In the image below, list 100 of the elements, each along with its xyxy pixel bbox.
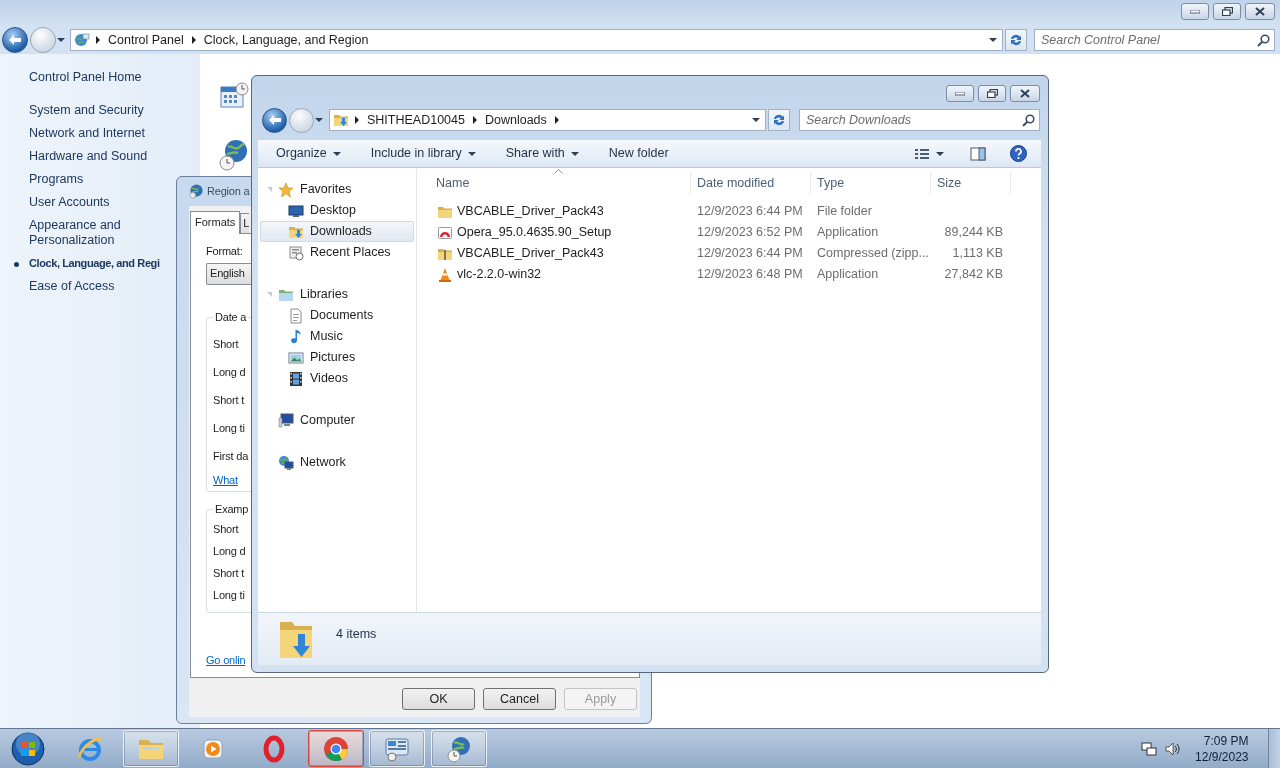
clock[interactable]: 7:09 PM 12/9/2023 — [1195, 732, 1249, 765]
taskbar-button[interactable] — [307, 730, 364, 767]
breadcrumb-arrow-icon — [191, 36, 196, 44]
search-icon — [1022, 114, 1035, 127]
browser-icon — [321, 734, 350, 763]
nav-link[interactable]: Clock, Language, and Regi — [29, 252, 160, 275]
nav-link[interactable]: Network and Internet — [29, 122, 146, 145]
window-title: Region a — [207, 184, 250, 199]
size-cell-text: 1,113 KB — [951, 246, 1004, 261]
breadcrumb-arrow-icon — [472, 116, 477, 124]
breadcrumb-item[interactable]: Clock, Language, and Region — [199, 32, 373, 48]
help-link[interactable]: Go onlin — [206, 650, 246, 670]
calendar-clock-icon — [219, 81, 249, 111]
close-button[interactable] — [1245, 3, 1275, 20]
field-label: Long ti — [213, 589, 245, 601]
picture-icon — [288, 349, 304, 366]
nav-link[interactable]: Control Panel Home — [29, 66, 142, 89]
volume-icon[interactable] — [1165, 740, 1182, 757]
network-icon[interactable] — [1141, 740, 1158, 757]
nav-item[interactable]: Documents — [260, 305, 414, 326]
field-label: Short — [213, 523, 239, 535]
size-cell-text: 27,842 KB — [943, 267, 1004, 282]
column-header[interactable]: Size — [931, 172, 1011, 194]
close-icon — [1020, 89, 1030, 98]
field-label: Long d — [213, 545, 246, 557]
toolbar-button[interactable]: Organize — [268, 141, 349, 166]
date-cell-text: 12/9/2023 6:52 PM — [696, 225, 804, 240]
nav-item[interactable]: Pictures — [260, 347, 414, 368]
clock-date: 12/9/2023 — [1195, 748, 1249, 765]
bullet-icon — [14, 262, 19, 267]
back-button[interactable] — [262, 107, 287, 133]
refresh-button[interactable] — [1005, 29, 1027, 51]
address-bar[interactable]: SHITHEAD10045 Downloads — [329, 109, 766, 131]
globe-clock-icon — [444, 734, 473, 763]
date-cell-text: 12/9/2023 6:44 PM — [696, 246, 804, 261]
nav-link[interactable]: Programs — [29, 168, 84, 191]
type-cell-text: Application — [816, 225, 880, 240]
field-label: Short t — [213, 567, 244, 579]
breadcrumb-item[interactable]: Control Panel — [104, 32, 188, 48]
breadcrumb-item[interactable]: Downloads — [480, 112, 551, 128]
search-field[interactable]: Search Downloads — [799, 109, 1040, 131]
back-arrow-icon — [8, 34, 22, 46]
nav-item[interactable]: Music — [260, 326, 414, 347]
nav-item[interactable]: Libraries — [260, 284, 414, 305]
dropdown-value: English — [210, 267, 245, 281]
view-list-icon — [914, 146, 930, 161]
nav-link[interactable]: User Accounts — [29, 191, 110, 214]
group-label: Examp — [213, 502, 251, 517]
search-icon — [1257, 34, 1270, 47]
field-label: Long d — [213, 366, 246, 378]
file-name[interactable]: vlc-2.2.0-win32 — [457, 267, 542, 282]
nav-item[interactable]: Videos — [260, 368, 414, 389]
field-label: First da — [213, 450, 249, 462]
help-link[interactable]: What — [213, 470, 238, 490]
preview-pane-icon — [970, 146, 986, 161]
breadcrumb-item[interactable]: SHITHEAD10045 — [363, 112, 469, 128]
nav-item[interactable]: Network — [260, 452, 414, 473]
dialog-button[interactable]: Cancel — [483, 688, 556, 710]
back-button[interactable] — [2, 27, 28, 53]
type-cell-text: Application — [816, 267, 880, 282]
document-icon — [288, 307, 304, 324]
restore-button[interactable] — [1213, 3, 1241, 20]
nav-link[interactable]: Hardware and Sound — [29, 145, 148, 168]
nav-link[interactable]: Ease of Access — [29, 275, 115, 298]
toolbar-button[interactable]: Share with — [497, 141, 587, 166]
type-cell-text: File folder — [816, 204, 873, 219]
nav-item[interactable]: Computer — [260, 410, 414, 431]
refresh-button[interactable] — [768, 109, 790, 131]
column-header[interactable]: Name — [417, 172, 691, 194]
dialog-button[interactable]: OK — [402, 688, 475, 710]
file-name[interactable]: VBCABLE_Driver_Pack43 — [457, 204, 604, 219]
cone-icon — [437, 266, 453, 283]
column-header[interactable]: Type — [811, 172, 931, 194]
nav-link[interactable]: System and Security — [29, 99, 144, 122]
minimize-icon — [955, 91, 965, 96]
file-name[interactable]: Opera_95.0.4635.90_Setup — [457, 225, 612, 240]
tab[interactable]: L — [240, 213, 250, 233]
column-header[interactable]: Date modified — [691, 172, 811, 194]
date-cell-text: 12/9/2023 6:48 PM — [696, 267, 804, 282]
nav-item[interactable]: Desktop — [260, 200, 414, 221]
format-dropdown[interactable]: English — [206, 263, 254, 285]
nav-item[interactable]: Recent Places — [260, 242, 414, 263]
network-icon — [278, 454, 294, 471]
tab[interactable]: Formats — [190, 211, 241, 234]
star-icon — [278, 181, 294, 198]
toolbar-button[interactable]: Include in library — [362, 141, 484, 166]
close-button[interactable] — [1010, 85, 1040, 102]
address-bar[interactable]: Control Panel Clock, Language, and Region — [70, 29, 1003, 51]
nav-item[interactable]: Favorites — [260, 179, 414, 200]
toolbar-button[interactable]: New folder — [600, 141, 677, 166]
search-field[interactable]: Search Control Panel — [1034, 29, 1275, 51]
show-desktop-button[interactable] — [1268, 729, 1280, 768]
start-orb-icon — [11, 731, 45, 766]
recent-places-icon — [288, 244, 304, 261]
restore-button[interactable] — [978, 85, 1006, 102]
back-arrow-icon — [267, 114, 282, 126]
size-cell-text: 89,244 KB — [943, 225, 1004, 240]
close-icon — [1255, 7, 1265, 16]
nav-item[interactable]: Downloads — [260, 221, 414, 242]
file-name[interactable]: VBCABLE_Driver_Pack43 — [457, 246, 604, 261]
